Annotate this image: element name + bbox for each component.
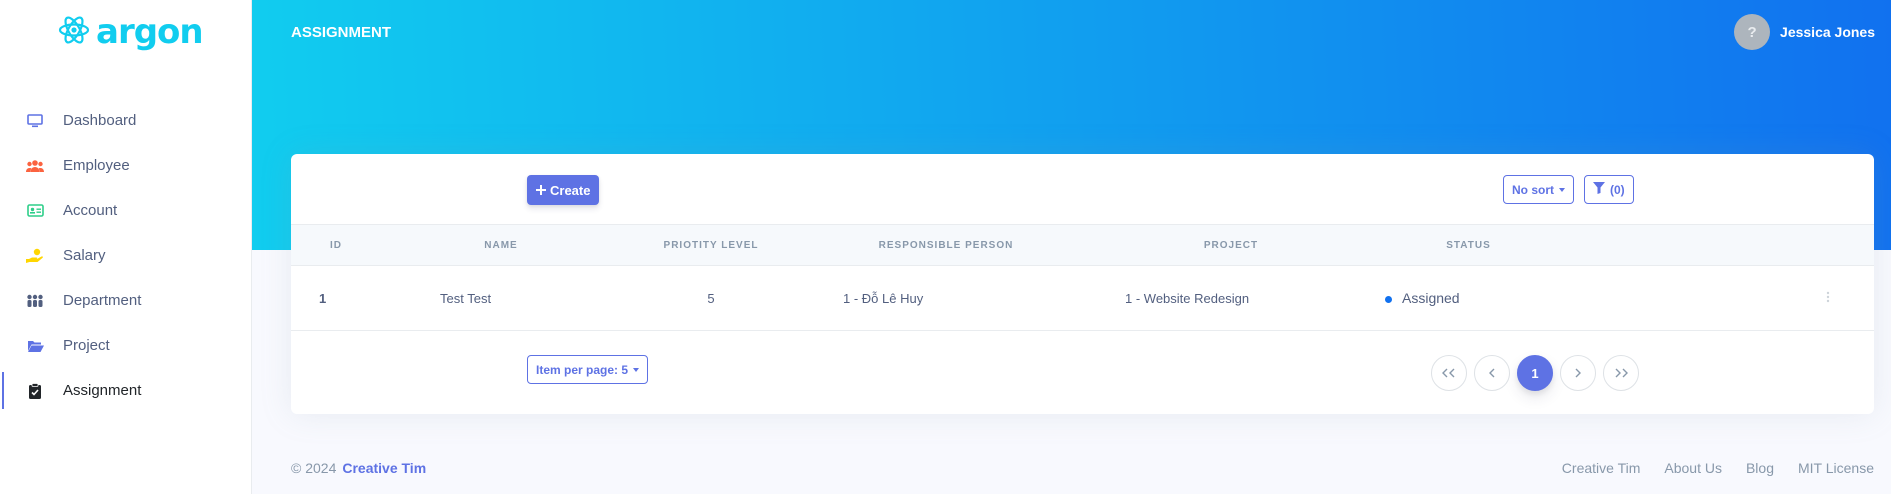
cell-project: 1 - Website Redesign bbox=[1125, 290, 1250, 306]
chevron-right-icon bbox=[1575, 368, 1581, 378]
items-per-page-label: Item per page: 5 bbox=[536, 362, 629, 377]
column-header-responsible-person[interactable]: RESPONSIBLE PERSON bbox=[801, 225, 1091, 266]
status-label: Assigned bbox=[1402, 290, 1460, 306]
brand-name: argon bbox=[96, 12, 204, 52]
double-chevron-right-icon bbox=[1615, 368, 1628, 378]
cell-priority: 5 bbox=[707, 290, 715, 306]
sidebar-item-label: Dashboard bbox=[63, 112, 137, 129]
footer-link-blog[interactable]: Blog bbox=[1746, 460, 1774, 476]
cell-id: 1 bbox=[319, 290, 327, 306]
sidebar-item-label: Department bbox=[63, 292, 142, 309]
copyright-text: © 2024 bbox=[291, 460, 337, 476]
create-button-label: Create bbox=[550, 182, 591, 198]
clipboard-check-icon bbox=[26, 382, 44, 400]
status-dot-icon bbox=[1385, 295, 1392, 303]
copyright: © 2024 Creative Tim bbox=[291, 460, 426, 476]
cell-name: Test Test bbox=[440, 290, 492, 306]
caret-down-icon bbox=[633, 367, 640, 372]
avatar-placeholder-icon: ? bbox=[1747, 23, 1757, 41]
cell-status: Assigned bbox=[1371, 266, 1566, 331]
footer-link-mit-license[interactable]: MIT License bbox=[1798, 460, 1874, 476]
filter-icon bbox=[1593, 182, 1605, 197]
sidebar-item-label: Account bbox=[63, 202, 118, 219]
filter-count: (0) bbox=[1610, 182, 1625, 197]
sort-dropdown-button[interactable]: No sort bbox=[1503, 175, 1574, 204]
sidebar-item-label: Assignment bbox=[63, 382, 142, 399]
last-page-button[interactable] bbox=[1603, 355, 1639, 391]
caret-down-icon bbox=[1559, 187, 1565, 192]
sidebar-item-salary[interactable]: Salary bbox=[0, 233, 252, 278]
column-header-name[interactable]: NAME bbox=[381, 225, 621, 266]
cell-responsible-person: 1 - Đỗ Lê Huy bbox=[843, 290, 924, 306]
brand-logo[interactable]: argon bbox=[58, 12, 204, 52]
column-header-actions bbox=[1566, 225, 1874, 266]
page-number-button[interactable]: 1 bbox=[1517, 355, 1553, 391]
card-toolbar: Create No sort (0) bbox=[291, 154, 1874, 224]
column-header-id[interactable]: ID bbox=[291, 225, 381, 266]
sidebar-item-department[interactable]: Department bbox=[0, 278, 252, 323]
footer-link-creative-tim[interactable]: Creative Tim bbox=[1562, 460, 1641, 476]
first-page-button[interactable] bbox=[1431, 355, 1467, 391]
avatar[interactable]: ? bbox=[1734, 14, 1771, 50]
footer-links: Creative Tim About Us Blog MIT License bbox=[1562, 460, 1874, 476]
items-per-page-dropdown[interactable]: Item per page: 5 bbox=[527, 355, 649, 384]
sidebar-item-account[interactable]: Account bbox=[0, 188, 252, 233]
footer-link-about-us[interactable]: About Us bbox=[1664, 460, 1722, 476]
page-title[interactable]: ASSIGNMENT bbox=[291, 24, 391, 41]
folder-open-icon bbox=[26, 337, 44, 355]
chevron-left-icon bbox=[1489, 368, 1495, 378]
monitor-icon bbox=[26, 112, 44, 130]
users-icon bbox=[26, 157, 44, 175]
sidebar-item-label: Salary bbox=[63, 247, 106, 264]
sidebar-item-employee[interactable]: Employee bbox=[0, 143, 252, 188]
sidebar-item-label: Project bbox=[63, 337, 110, 354]
sidebar-item-project[interactable]: Project bbox=[0, 323, 252, 368]
cell-actions bbox=[1566, 266, 1874, 331]
pagination: 1 bbox=[1431, 355, 1639, 391]
double-chevron-left-icon bbox=[1442, 368, 1455, 378]
user-menu[interactable]: ? Jessica Jones bbox=[1734, 14, 1875, 50]
sidebar-item-label: Employee bbox=[63, 157, 130, 174]
column-header-project[interactable]: PROJECT bbox=[1091, 225, 1371, 266]
sidebar-item-dashboard[interactable]: Dashboard bbox=[0, 98, 252, 143]
table-header-row: ID NAME PRIOTITY LEVEL RESPONSIBLE PERSO… bbox=[291, 224, 1874, 266]
user-name[interactable]: Jessica Jones bbox=[1780, 24, 1875, 40]
sort-label: No sort bbox=[1512, 182, 1554, 197]
filter-button[interactable]: (0) bbox=[1584, 175, 1634, 204]
footer-brand-link[interactable]: Creative Tim bbox=[342, 460, 426, 476]
group-icon bbox=[26, 292, 44, 310]
sidebar-nav: Dashboard Employee Account Salary Depart… bbox=[0, 98, 252, 413]
sidebar-item-assignment[interactable]: Assignment bbox=[0, 368, 252, 413]
plus-icon bbox=[536, 183, 546, 198]
previous-page-button[interactable] bbox=[1474, 355, 1510, 391]
id-card-icon bbox=[26, 202, 44, 220]
column-header-priority-level[interactable]: PRIOTITY LEVEL bbox=[621, 225, 801, 266]
sidebar: argon Dashboard Employee Account Salary bbox=[0, 0, 252, 494]
more-vertical-icon[interactable] bbox=[1826, 290, 1830, 306]
hand-coin-icon bbox=[26, 247, 44, 265]
column-header-status[interactable]: STATUS bbox=[1371, 225, 1566, 266]
assignment-table: ID NAME PRIOTITY LEVEL RESPONSIBLE PERSO… bbox=[291, 224, 1874, 331]
next-page-button[interactable] bbox=[1560, 355, 1596, 391]
assignment-card: Create No sort (0) ID NAME PRIOTITY LEVE… bbox=[291, 154, 1874, 414]
table-row[interactable]: 1 Test Test 5 1 - Đỗ Lê Huy 1 - Website … bbox=[291, 266, 1874, 331]
card-footer: Item per page: 5 1 bbox=[291, 331, 1874, 414]
page-footer: © 2024 Creative Tim Creative Tim About Us… bbox=[291, 460, 1874, 476]
create-button[interactable]: Create bbox=[527, 175, 600, 205]
react-atom-icon bbox=[58, 14, 90, 51]
